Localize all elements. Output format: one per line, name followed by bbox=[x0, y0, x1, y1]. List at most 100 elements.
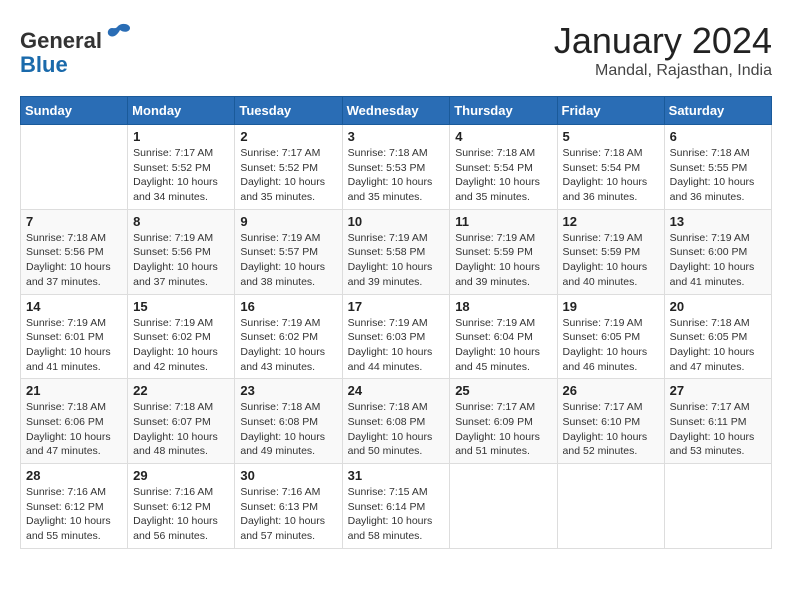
calendar-cell: 30 Sunrise: 7:16 AM Sunset: 6:13 PM Dayli… bbox=[235, 464, 342, 549]
calendar-cell: 23 Sunrise: 7:18 AM Sunset: 6:08 PM Dayli… bbox=[235, 379, 342, 464]
calendar-cell: 19 Sunrise: 7:19 AM Sunset: 6:05 PM Dayli… bbox=[557, 294, 664, 379]
week-row-2: 7 Sunrise: 7:18 AM Sunset: 5:56 PM Daylig… bbox=[21, 209, 772, 294]
day-number: 17 bbox=[348, 299, 445, 314]
day-header-wednesday: Wednesday bbox=[342, 97, 450, 125]
calendar-cell: 21 Sunrise: 7:18 AM Sunset: 6:06 PM Dayli… bbox=[21, 379, 128, 464]
week-row-1: 1 Sunrise: 7:17 AM Sunset: 5:52 PM Daylig… bbox=[21, 125, 772, 210]
day-info: Sunrise: 7:19 AM Sunset: 6:00 PM Dayligh… bbox=[670, 231, 766, 290]
calendar-cell: 11Sunrise: 7:19 AM Sunset: 5:59 PM Dayli… bbox=[450, 209, 557, 294]
calendar-table: SundayMondayTuesdayWednesdayThursdayFrid… bbox=[20, 96, 772, 549]
calendar-cell: 9 Sunrise: 7:19 AM Sunset: 5:57 PM Daylig… bbox=[235, 209, 342, 294]
day-number: 4 bbox=[455, 129, 551, 144]
day-info: Sunrise: 7:17 AM Sunset: 5:52 PM Dayligh… bbox=[133, 146, 229, 205]
day-info: Sunrise: 7:19 AM Sunset: 5:59 PM Dayligh… bbox=[563, 231, 659, 290]
day-number: 23 bbox=[240, 383, 336, 398]
day-number: 29 bbox=[133, 468, 229, 483]
day-number: 24 bbox=[348, 383, 445, 398]
logo-blue: Blue bbox=[20, 52, 68, 77]
day-number: 14 bbox=[26, 299, 122, 314]
day-info: Sunrise: 7:18 AM Sunset: 5:54 PM Dayligh… bbox=[455, 146, 551, 205]
day-info: Sunrise: 7:18 AM Sunset: 6:05 PM Dayligh… bbox=[670, 316, 766, 375]
day-number: 11 bbox=[455, 214, 551, 229]
calendar-cell: 17 Sunrise: 7:19 AM Sunset: 6:03 PM Dayli… bbox=[342, 294, 450, 379]
calendar-cell: 15 Sunrise: 7:19 AM Sunset: 6:02 PM Dayli… bbox=[128, 294, 235, 379]
calendar-cell: 7 Sunrise: 7:18 AM Sunset: 5:56 PM Daylig… bbox=[21, 209, 128, 294]
day-number: 5 bbox=[563, 129, 659, 144]
calendar-cell bbox=[21, 125, 128, 210]
calendar-cell: 28Sunrise: 7:16 AM Sunset: 6:12 PM Dayli… bbox=[21, 464, 128, 549]
calendar-cell: 2Sunrise: 7:17 AM Sunset: 5:52 PM Daylig… bbox=[235, 125, 342, 210]
calendar-cell: 27 Sunrise: 7:17 AM Sunset: 6:11 PM Dayli… bbox=[664, 379, 771, 464]
week-row-4: 21 Sunrise: 7:18 AM Sunset: 6:06 PM Dayli… bbox=[21, 379, 772, 464]
calendar-cell bbox=[450, 464, 557, 549]
day-info: Sunrise: 7:19 AM Sunset: 6:02 PM Dayligh… bbox=[240, 316, 336, 375]
day-number: 15 bbox=[133, 299, 229, 314]
day-info: Sunrise: 7:19 AM Sunset: 6:03 PM Dayligh… bbox=[348, 316, 445, 375]
day-header-tuesday: Tuesday bbox=[235, 97, 342, 125]
day-info: Sunrise: 7:19 AM Sunset: 6:04 PM Dayligh… bbox=[455, 316, 551, 375]
calendar-header-row: SundayMondayTuesdayWednesdayThursdayFrid… bbox=[21, 97, 772, 125]
calendar-cell: 8 Sunrise: 7:19 AM Sunset: 5:56 PM Daylig… bbox=[128, 209, 235, 294]
calendar-cell: 31 Sunrise: 7:15 AM Sunset: 6:14 PM Dayli… bbox=[342, 464, 450, 549]
day-number: 3 bbox=[348, 129, 445, 144]
calendar-cell: 18Sunrise: 7:19 AM Sunset: 6:04 PM Dayli… bbox=[450, 294, 557, 379]
calendar-cell: 12Sunrise: 7:19 AM Sunset: 5:59 PM Dayli… bbox=[557, 209, 664, 294]
day-info: Sunrise: 7:19 AM Sunset: 6:05 PM Dayligh… bbox=[563, 316, 659, 375]
day-info: Sunrise: 7:19 AM Sunset: 6:02 PM Dayligh… bbox=[133, 316, 229, 375]
day-header-thursday: Thursday bbox=[450, 97, 557, 125]
day-info: Sunrise: 7:17 AM Sunset: 5:52 PM Dayligh… bbox=[240, 146, 336, 205]
day-info: Sunrise: 7:18 AM Sunset: 5:56 PM Dayligh… bbox=[26, 231, 122, 290]
day-number: 16 bbox=[240, 299, 336, 314]
day-header-friday: Friday bbox=[557, 97, 664, 125]
day-number: 21 bbox=[26, 383, 122, 398]
day-info: Sunrise: 7:18 AM Sunset: 6:07 PM Dayligh… bbox=[133, 400, 229, 459]
calendar-cell: 3Sunrise: 7:18 AM Sunset: 5:53 PM Daylig… bbox=[342, 125, 450, 210]
day-number: 9 bbox=[240, 214, 336, 229]
day-number: 19 bbox=[563, 299, 659, 314]
week-row-3: 14 Sunrise: 7:19 AM Sunset: 6:01 PM Dayli… bbox=[21, 294, 772, 379]
day-info: Sunrise: 7:17 AM Sunset: 6:11 PM Dayligh… bbox=[670, 400, 766, 459]
day-info: Sunrise: 7:19 AM Sunset: 5:57 PM Dayligh… bbox=[240, 231, 336, 290]
day-header-saturday: Saturday bbox=[664, 97, 771, 125]
location: Mandal, Rajasthan, India bbox=[554, 62, 772, 80]
day-header-monday: Monday bbox=[128, 97, 235, 125]
month-title: January 2024 bbox=[554, 20, 772, 62]
day-number: 10 bbox=[348, 214, 445, 229]
day-header-sunday: Sunday bbox=[21, 97, 128, 125]
day-info: Sunrise: 7:18 AM Sunset: 6:06 PM Dayligh… bbox=[26, 400, 122, 459]
calendar-cell: 29Sunrise: 7:16 AM Sunset: 6:12 PM Dayli… bbox=[128, 464, 235, 549]
calendar-cell: 4 Sunrise: 7:18 AM Sunset: 5:54 PM Daylig… bbox=[450, 125, 557, 210]
day-info: Sunrise: 7:19 AM Sunset: 5:58 PM Dayligh… bbox=[348, 231, 445, 290]
day-number: 20 bbox=[670, 299, 766, 314]
day-number: 7 bbox=[26, 214, 122, 229]
logo-bird-icon bbox=[104, 20, 132, 48]
calendar-cell: 1 Sunrise: 7:17 AM Sunset: 5:52 PM Daylig… bbox=[128, 125, 235, 210]
title-block: January 2024 Mandal, Rajasthan, India bbox=[554, 20, 772, 80]
day-info: Sunrise: 7:18 AM Sunset: 5:55 PM Dayligh… bbox=[670, 146, 766, 205]
day-info: Sunrise: 7:16 AM Sunset: 6:13 PM Dayligh… bbox=[240, 485, 336, 544]
calendar-cell: 16 Sunrise: 7:19 AM Sunset: 6:02 PM Dayli… bbox=[235, 294, 342, 379]
calendar-cell: 5 Sunrise: 7:18 AM Sunset: 5:54 PM Daylig… bbox=[557, 125, 664, 210]
day-number: 27 bbox=[670, 383, 766, 398]
calendar-cell: 24Sunrise: 7:18 AM Sunset: 6:08 PM Dayli… bbox=[342, 379, 450, 464]
day-number: 6 bbox=[670, 129, 766, 144]
day-number: 8 bbox=[133, 214, 229, 229]
day-number: 31 bbox=[348, 468, 445, 483]
day-number: 25 bbox=[455, 383, 551, 398]
day-info: Sunrise: 7:19 AM Sunset: 5:56 PM Dayligh… bbox=[133, 231, 229, 290]
calendar-cell: 25 Sunrise: 7:17 AM Sunset: 6:09 PM Dayli… bbox=[450, 379, 557, 464]
day-info: Sunrise: 7:18 AM Sunset: 5:54 PM Dayligh… bbox=[563, 146, 659, 205]
day-info: Sunrise: 7:16 AM Sunset: 6:12 PM Dayligh… bbox=[26, 485, 122, 544]
day-number: 30 bbox=[240, 468, 336, 483]
calendar-cell: 26Sunrise: 7:17 AM Sunset: 6:10 PM Dayli… bbox=[557, 379, 664, 464]
day-number: 22 bbox=[133, 383, 229, 398]
day-info: Sunrise: 7:15 AM Sunset: 6:14 PM Dayligh… bbox=[348, 485, 445, 544]
calendar-cell bbox=[664, 464, 771, 549]
day-number: 1 bbox=[133, 129, 229, 144]
day-info: Sunrise: 7:18 AM Sunset: 6:08 PM Dayligh… bbox=[240, 400, 336, 459]
day-number: 26 bbox=[563, 383, 659, 398]
calendar-cell: 10 Sunrise: 7:19 AM Sunset: 5:58 PM Dayli… bbox=[342, 209, 450, 294]
day-info: Sunrise: 7:19 AM Sunset: 6:01 PM Dayligh… bbox=[26, 316, 122, 375]
day-info: Sunrise: 7:17 AM Sunset: 6:09 PM Dayligh… bbox=[455, 400, 551, 459]
page-header: General Blue January 2024 Mandal, Rajast… bbox=[20, 20, 772, 80]
